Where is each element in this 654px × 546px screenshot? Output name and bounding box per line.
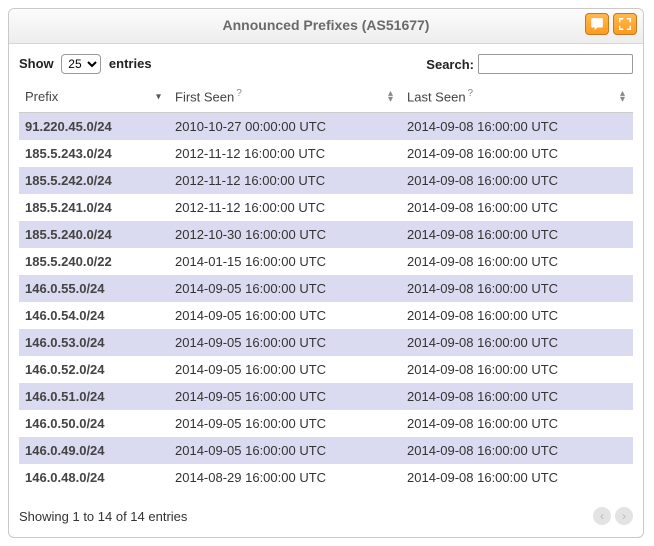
prefix-cell[interactable]: 91.220.45.0/24 (19, 113, 169, 141)
column-label: Prefix (25, 89, 58, 104)
first-seen-cell: 2014-09-05 16:00:00 UTC (169, 437, 401, 464)
column-label: Last Seen (407, 89, 466, 104)
last-seen-cell: 2014-09-08 16:00:00 UTC (401, 248, 633, 275)
table-row: 146.0.49.0/242014-09-05 16:00:00 UTC2014… (19, 437, 633, 464)
fullscreen-button[interactable] (613, 13, 637, 35)
chevron-right-icon: › (622, 509, 626, 523)
chevron-left-icon: ‹ (600, 509, 604, 523)
search-label: Search: (426, 57, 474, 72)
speech-bubble-icon (590, 17, 604, 31)
first-seen-cell: 2014-09-05 16:00:00 UTC (169, 356, 401, 383)
table-row: 146.0.52.0/242014-09-05 16:00:00 UTC2014… (19, 356, 633, 383)
first-seen-cell: 2012-11-12 16:00:00 UTC (169, 140, 401, 167)
last-seen-cell: 2014-09-08 16:00:00 UTC (401, 140, 633, 167)
prefix-cell[interactable]: 146.0.53.0/24 (19, 329, 169, 356)
prefix-cell[interactable]: 146.0.54.0/24 (19, 302, 169, 329)
pager-prev-button[interactable]: ‹ (593, 507, 611, 525)
first-seen-cell: 2014-09-05 16:00:00 UTC (169, 275, 401, 302)
prefix-cell[interactable]: 146.0.50.0/24 (19, 410, 169, 437)
prefix-cell[interactable]: 146.0.48.0/24 (19, 464, 169, 491)
last-seen-cell: 2014-09-08 16:00:00 UTC (401, 410, 633, 437)
last-seen-cell: 2014-09-08 16:00:00 UTC (401, 275, 633, 302)
column-label: First Seen (175, 89, 234, 104)
last-seen-cell: 2014-09-08 16:00:00 UTC (401, 167, 633, 194)
first-seen-cell: 2012-10-30 16:00:00 UTC (169, 221, 401, 248)
table-header-row: Prefix First Seen? Last Seen? (19, 82, 633, 113)
table-row: 146.0.50.0/242014-09-05 16:00:00 UTC2014… (19, 410, 633, 437)
table-row: 185.5.242.0/242012-11-12 16:00:00 UTC201… (19, 167, 633, 194)
table-row: 146.0.55.0/242014-09-05 16:00:00 UTC2014… (19, 275, 633, 302)
last-seen-cell: 2014-09-08 16:00:00 UTC (401, 113, 633, 141)
help-icon[interactable]: ? (236, 88, 242, 99)
sort-desc-icon (156, 92, 161, 103)
last-seen-cell: 2014-09-08 16:00:00 UTC (401, 221, 633, 248)
last-seen-cell: 2014-09-08 16:00:00 UTC (401, 383, 633, 410)
last-seen-cell: 2014-09-08 16:00:00 UTC (401, 356, 633, 383)
prefix-cell[interactable]: 185.5.240.0/22 (19, 248, 169, 275)
sort-both-icon (620, 91, 625, 103)
prefix-cell[interactable]: 185.5.242.0/24 (19, 167, 169, 194)
table-row: 146.0.54.0/242014-09-05 16:00:00 UTC2014… (19, 302, 633, 329)
first-seen-cell: 2014-08-29 16:00:00 UTC (169, 464, 401, 491)
help-icon[interactable]: ? (468, 88, 474, 99)
search-control: Search: (426, 54, 633, 74)
table-info: Showing 1 to 14 of 14 entries (19, 509, 187, 524)
first-seen-cell: 2014-09-05 16:00:00 UTC (169, 410, 401, 437)
show-label-before: Show (19, 56, 54, 71)
prefix-cell[interactable]: 185.5.241.0/24 (19, 194, 169, 221)
table-row: 185.5.240.0/242012-10-30 16:00:00 UTC201… (19, 221, 633, 248)
panel-title: Announced Prefixes (AS51677) (223, 17, 430, 33)
last-seen-cell: 2014-09-08 16:00:00 UTC (401, 194, 633, 221)
table-row: 146.0.53.0/242014-09-05 16:00:00 UTC2014… (19, 329, 633, 356)
prefix-cell[interactable]: 185.5.243.0/24 (19, 140, 169, 167)
last-seen-cell: 2014-09-08 16:00:00 UTC (401, 437, 633, 464)
prefix-cell[interactable]: 185.5.240.0/24 (19, 221, 169, 248)
expand-icon (618, 17, 632, 31)
table-row: 185.5.240.0/222014-01-15 16:00:00 UTC201… (19, 248, 633, 275)
prefix-cell[interactable]: 146.0.55.0/24 (19, 275, 169, 302)
first-seen-cell: 2012-11-12 16:00:00 UTC (169, 194, 401, 221)
last-seen-cell: 2014-09-08 16:00:00 UTC (401, 329, 633, 356)
table-row: 185.5.241.0/242012-11-12 16:00:00 UTC201… (19, 194, 633, 221)
first-seen-cell: 2014-01-15 16:00:00 UTC (169, 248, 401, 275)
panel-footer: Showing 1 to 14 of 14 entries ‹ › (9, 497, 643, 537)
panel-body: Show 25 entries Search: Prefix (9, 44, 643, 497)
last-seen-cell: 2014-09-08 16:00:00 UTC (401, 302, 633, 329)
last-seen-cell: 2014-09-08 16:00:00 UTC (401, 464, 633, 491)
first-seen-cell: 2012-11-12 16:00:00 UTC (169, 167, 401, 194)
announced-prefixes-panel: Announced Prefixes (AS51677) Show 25 ent (8, 8, 644, 538)
prefix-cell[interactable]: 146.0.52.0/24 (19, 356, 169, 383)
table-row: 185.5.243.0/242012-11-12 16:00:00 UTC201… (19, 140, 633, 167)
pager-next-button[interactable]: › (615, 507, 633, 525)
show-label-after: entries (109, 56, 152, 71)
prefix-cell[interactable]: 146.0.51.0/24 (19, 383, 169, 410)
column-header-last-seen[interactable]: Last Seen? (401, 82, 633, 113)
column-header-prefix[interactable]: Prefix (19, 82, 169, 113)
first-seen-cell: 2010-10-27 00:00:00 UTC (169, 113, 401, 141)
table-row: 91.220.45.0/242010-10-27 00:00:00 UTC201… (19, 113, 633, 141)
sort-both-icon (388, 91, 393, 103)
prefix-cell[interactable]: 146.0.49.0/24 (19, 437, 169, 464)
length-select[interactable]: 25 (61, 54, 101, 74)
panel-header: Announced Prefixes (AS51677) (9, 9, 643, 44)
first-seen-cell: 2014-09-05 16:00:00 UTC (169, 302, 401, 329)
table-row: 146.0.48.0/242014-08-29 16:00:00 UTC2014… (19, 464, 633, 491)
table-row: 146.0.51.0/242014-09-05 16:00:00 UTC2014… (19, 383, 633, 410)
comment-button[interactable] (585, 13, 609, 35)
pager: ‹ › (593, 507, 633, 525)
table-controls: Show 25 entries Search: (19, 54, 633, 74)
panel-toolbar (585, 13, 637, 35)
prefixes-table: Prefix First Seen? Last Seen? 91.220.45.… (19, 82, 633, 491)
first-seen-cell: 2014-09-05 16:00:00 UTC (169, 383, 401, 410)
search-input[interactable] (478, 54, 633, 74)
first-seen-cell: 2014-09-05 16:00:00 UTC (169, 329, 401, 356)
length-control: Show 25 entries (19, 54, 152, 74)
column-header-first-seen[interactable]: First Seen? (169, 82, 401, 113)
